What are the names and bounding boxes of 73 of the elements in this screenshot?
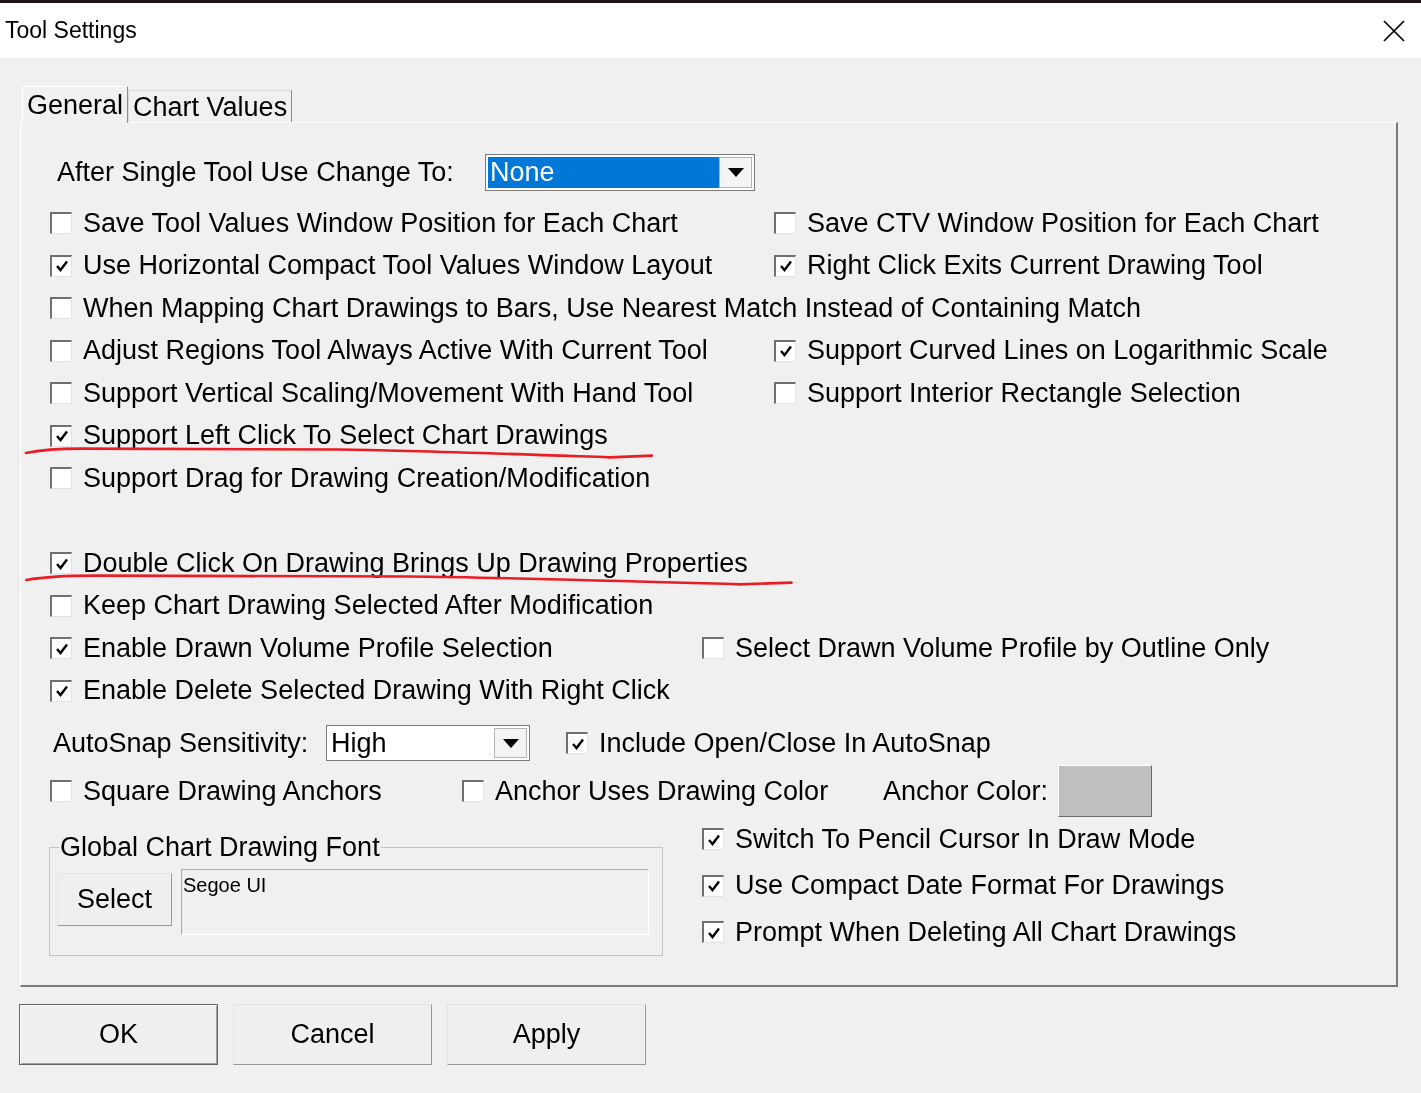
caret-down-icon[interactable]: [727, 167, 744, 177]
checkbox-label: Use Compact Date Format For Drawings: [735, 870, 1225, 902]
select-button[interactable]: Select: [57, 873, 172, 926]
checkbox-label: Anchor Uses Drawing Color: [495, 775, 829, 807]
checkbox[interactable]: [50, 780, 72, 802]
checkbox-label: Enable Drawn Volume Profile Selection: [83, 632, 553, 664]
field-label: AutoSnap Sensitivity:: [53, 727, 310, 759]
checkbox-label: Square Drawing Anchors: [83, 775, 382, 807]
tab[interactable]: General: [22, 86, 129, 123]
checkbox-label: Support Curved Lines on Logarithmic Scale: [807, 335, 1328, 367]
checkbox[interactable]: [702, 921, 724, 944]
checkbox[interactable]: [50, 467, 72, 490]
caret-down-icon[interactable]: [502, 738, 519, 748]
field-label: Anchor Color:: [883, 775, 1050, 807]
checkbox-label: Keep Chart Drawing Selected After Modification: [83, 590, 654, 622]
checkbox-label: Save Tool Values Window Position for Each Chart: [83, 207, 678, 239]
checkbox-label: Prompt When Deleting All Chart Drawings: [735, 916, 1237, 948]
checkbox[interactable]: [774, 254, 796, 277]
checkmark-icon: [779, 345, 792, 358]
tab[interactable]: Chart Values: [128, 90, 293, 122]
font-name-field: Segoe UI: [181, 869, 649, 935]
checkbox-label: Double Click On Drawing Brings Up Drawing Properties: [83, 547, 748, 579]
checkbox[interactable]: [50, 594, 72, 617]
group-title: Global Chart Drawing Font: [59, 833, 381, 861]
checkmark-icon: [55, 430, 68, 443]
checkbox[interactable]: [50, 679, 72, 702]
checkmark-icon: [571, 737, 584, 750]
checkbox[interactable]: [50, 424, 72, 447]
checkbox-label: Support Left Click To Select Chart Drawings: [83, 420, 608, 452]
checkbox-label: Use Horizontal Compact Tool Values Window Layout: [83, 250, 713, 282]
checkbox-label: Support Interior Rectangle Selection: [807, 377, 1241, 409]
color-swatch-button[interactable]: [1058, 765, 1152, 817]
checkbox[interactable]: [50, 339, 72, 362]
checkbox[interactable]: [702, 637, 724, 660]
checkbox-label: Right Click Exits Current Drawing Tool: [807, 250, 1263, 282]
checkbox-label: Save CTV Window Position for Each Chart: [807, 207, 1319, 239]
checkbox[interactable]: [50, 297, 72, 320]
close-icon[interactable]: [1383, 19, 1405, 42]
checkbox[interactable]: [50, 382, 72, 405]
checkbox-label: Support Vertical Scaling/Movement With Hand Tool: [83, 377, 694, 409]
dialog-button[interactable]: Apply: [447, 1004, 646, 1065]
dropdown[interactable]: High: [326, 725, 530, 761]
checkbox[interactable]: [774, 339, 796, 362]
checkbox-label: Switch To Pencil Cursor In Draw Mode: [735, 823, 1196, 855]
checkbox[interactable]: [702, 828, 724, 851]
checkbox[interactable]: [702, 874, 724, 897]
checkbox-label: Include Open/Close In AutoSnap: [599, 727, 991, 759]
dialog-button[interactable]: Cancel: [233, 1004, 432, 1065]
checkmark-icon: [779, 260, 792, 273]
checkbox[interactable]: [50, 212, 72, 235]
window-title: Tool Settings: [5, 17, 137, 44]
checkbox-label: Enable Delete Selected Drawing With Right Click: [83, 675, 670, 707]
checkbox[interactable]: [462, 780, 484, 802]
checkbox[interactable]: [50, 254, 72, 277]
checkmark-icon: [55, 685, 68, 698]
checkbox-label: Support Drag for Drawing Creation/Modification: [83, 462, 651, 494]
checkbox[interactable]: [774, 382, 796, 405]
checkbox[interactable]: [566, 732, 588, 754]
checkbox-label: Select Drawn Volume Profile by Outline Only: [735, 632, 1270, 664]
checkbox[interactable]: [50, 552, 72, 575]
checkbox[interactable]: [774, 212, 796, 235]
checkbox[interactable]: [50, 637, 72, 660]
checkmark-icon: [707, 926, 720, 939]
checkmark-icon: [707, 833, 720, 846]
dropdown[interactable]: None: [485, 153, 755, 191]
checkmark-icon: [707, 880, 720, 893]
checkbox-label: Adjust Regions Tool Always Active With Current Tool: [83, 335, 708, 367]
checkmark-icon: [55, 557, 68, 570]
checkmark-icon: [55, 260, 68, 273]
checkmark-icon: [55, 642, 68, 655]
field-label: After Single Tool Use Change To:: [57, 156, 455, 188]
dialog-button[interactable]: OK: [19, 1004, 218, 1065]
checkbox-label: When Mapping Chart Drawings to Bars, Use Nearest Match Instead of Containing Match: [83, 292, 1141, 324]
